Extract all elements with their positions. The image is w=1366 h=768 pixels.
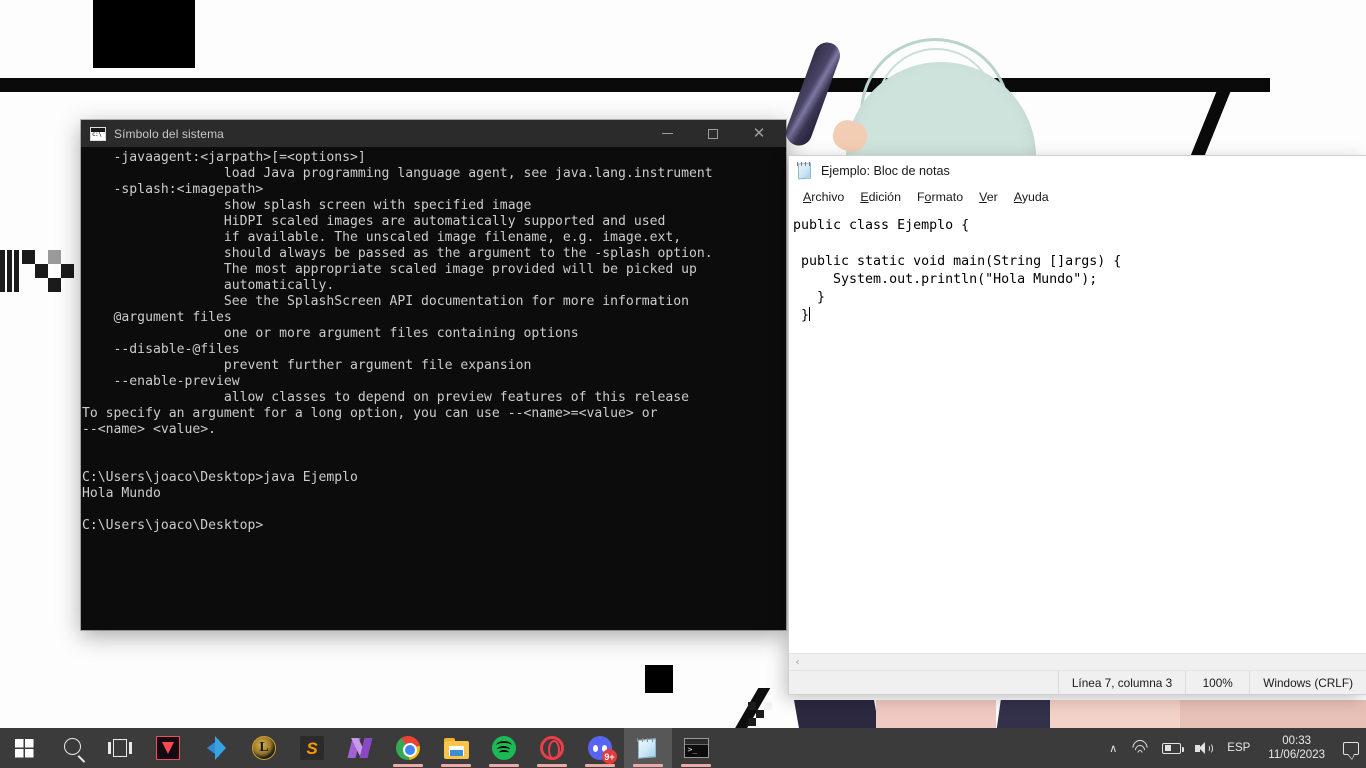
clock-date: 11/06/2023 <box>1268 749 1325 761</box>
menu-item-formato[interactable]: Formato <box>909 188 971 206</box>
cmd-console-text: -javaagent:<jarpath>[=<options>] load Ja… <box>82 150 713 533</box>
league-icon <box>252 736 276 760</box>
wallpaper-square-top <box>93 0 195 68</box>
task-view-button[interactable] <box>96 728 144 768</box>
valorant-icon <box>156 736 180 760</box>
cmd-icon <box>683 738 709 758</box>
notepad-icon <box>636 737 660 760</box>
notepad-icon <box>796 161 813 180</box>
taskbar-item-league-of-legends[interactable] <box>240 728 288 768</box>
search-button[interactable] <box>48 728 96 768</box>
taskbar-item-valorant[interactable] <box>144 728 192 768</box>
notepad-code-text: public class Ejemplo { public static voi… <box>793 218 1122 323</box>
notification-icon <box>1343 741 1359 760</box>
vscode-icon <box>204 736 228 760</box>
status-cursor-position: Línea 7, columna 3 <box>1057 671 1185 694</box>
taskbar-item-chrome[interactable] <box>384 728 432 768</box>
folder-icon <box>443 737 469 759</box>
wifi-icon <box>1129 736 1151 759</box>
system-tray[interactable]: ∧ ESP 00:33 11/06/2023 <box>1102 728 1366 768</box>
taskbar-item-discord[interactable]: 9+ <box>576 728 624 768</box>
taskbar-item-command-prompt[interactable] <box>672 728 720 768</box>
battery-button[interactable] <box>1155 728 1188 768</box>
taskbar-item-file-explorer[interactable] <box>432 728 480 768</box>
volume-icon <box>1195 741 1214 756</box>
chrome-icon <box>396 736 420 760</box>
taskbar-item-vscode[interactable] <box>192 728 240 768</box>
taskbar-item-notepad[interactable] <box>624 728 672 768</box>
wallpaper-checker-strip <box>0 250 78 292</box>
taskbar-item-opera-gx[interactable] <box>528 728 576 768</box>
action-center-button[interactable] <box>1336 728 1366 768</box>
notepad-menu-bar[interactable]: Archivo Edición Formato Ver Ayuda <box>789 185 1366 208</box>
sublime-icon: S <box>300 736 324 760</box>
search-icon <box>63 738 81 755</box>
cmd-close-button[interactable]: ✕ <box>736 120 782 147</box>
network-button[interactable] <box>1124 728 1155 768</box>
menu-item-ver[interactable]: Ver <box>971 188 1006 206</box>
notepad-window[interactable]: Ejemplo: Bloc de notas Archivo Edición F… <box>788 155 1366 695</box>
status-zoom-level[interactable]: 100% <box>1185 671 1249 694</box>
cmd-console-area[interactable]: -javaagent:<jarpath>[=<options>] load Ja… <box>81 147 786 630</box>
taskbar-item-spotify[interactable] <box>480 728 528 768</box>
clock-time: 00:33 <box>1282 735 1312 747</box>
notepad-title-bar[interactable]: Ejemplo: Bloc de notas <box>789 156 1366 185</box>
discord-notification-badge: 9+ <box>602 749 617 764</box>
wallpaper-bar <box>0 78 1270 92</box>
spotify-icon <box>492 736 516 760</box>
taskbar-item-sublime-text[interactable]: S <box>288 728 336 768</box>
battery-icon <box>1162 742 1184 754</box>
chevron-up-icon: ∧ <box>1109 741 1118 755</box>
task-view-icon <box>108 738 132 758</box>
menu-item-archivo[interactable]: Archivo <box>795 188 852 206</box>
taskbar[interactable]: S 9+ ∧ <box>0 728 1366 768</box>
scroll-left-arrow-icon[interactable]: ‹ <box>789 654 806 671</box>
show-hidden-icons-button[interactable]: ∧ <box>1102 728 1124 768</box>
wallpaper-square-bottom <box>645 665 673 693</box>
volume-button[interactable] <box>1188 728 1220 768</box>
text-caret <box>809 307 811 321</box>
discord-icon: 9+ <box>588 736 617 764</box>
menu-item-edicion[interactable]: Edición <box>852 188 909 206</box>
status-line-ending: Windows (CRLF) <box>1249 671 1366 694</box>
cmd-title-bar[interactable]: Símbolo del sistema ✕ <box>81 120 786 147</box>
clock[interactable]: 00:33 11/06/2023 <box>1257 728 1336 768</box>
notepad-horizontal-scrollbar[interactable]: ‹ <box>789 653 1366 670</box>
cmd-window-title: Símbolo del sistema <box>114 126 224 141</box>
opera-icon <box>540 736 564 760</box>
windows-logo-icon <box>14 738 34 758</box>
notepad-status-bar: Línea 7, columna 3 100% Windows (CRLF) <box>789 670 1366 694</box>
nvidia-icon <box>347 736 373 760</box>
notepad-text-area[interactable]: public class Ejemplo { public static voi… <box>789 208 1366 653</box>
cmd-minimize-button[interactable] <box>644 120 690 147</box>
command-prompt-window[interactable]: Símbolo del sistema ✕ -javaagent:<jarpat… <box>81 120 786 630</box>
notepad-window-title: Ejemplo: Bloc de notas <box>821 163 950 178</box>
menu-item-ayuda[interactable]: Ayuda <box>1006 188 1057 206</box>
start-button[interactable] <box>0 728 48 768</box>
cmd-icon <box>90 126 106 141</box>
language-indicator[interactable]: ESP <box>1220 728 1257 768</box>
cmd-maximize-button[interactable] <box>690 120 736 147</box>
taskbar-item-nvidia[interactable] <box>336 728 384 768</box>
